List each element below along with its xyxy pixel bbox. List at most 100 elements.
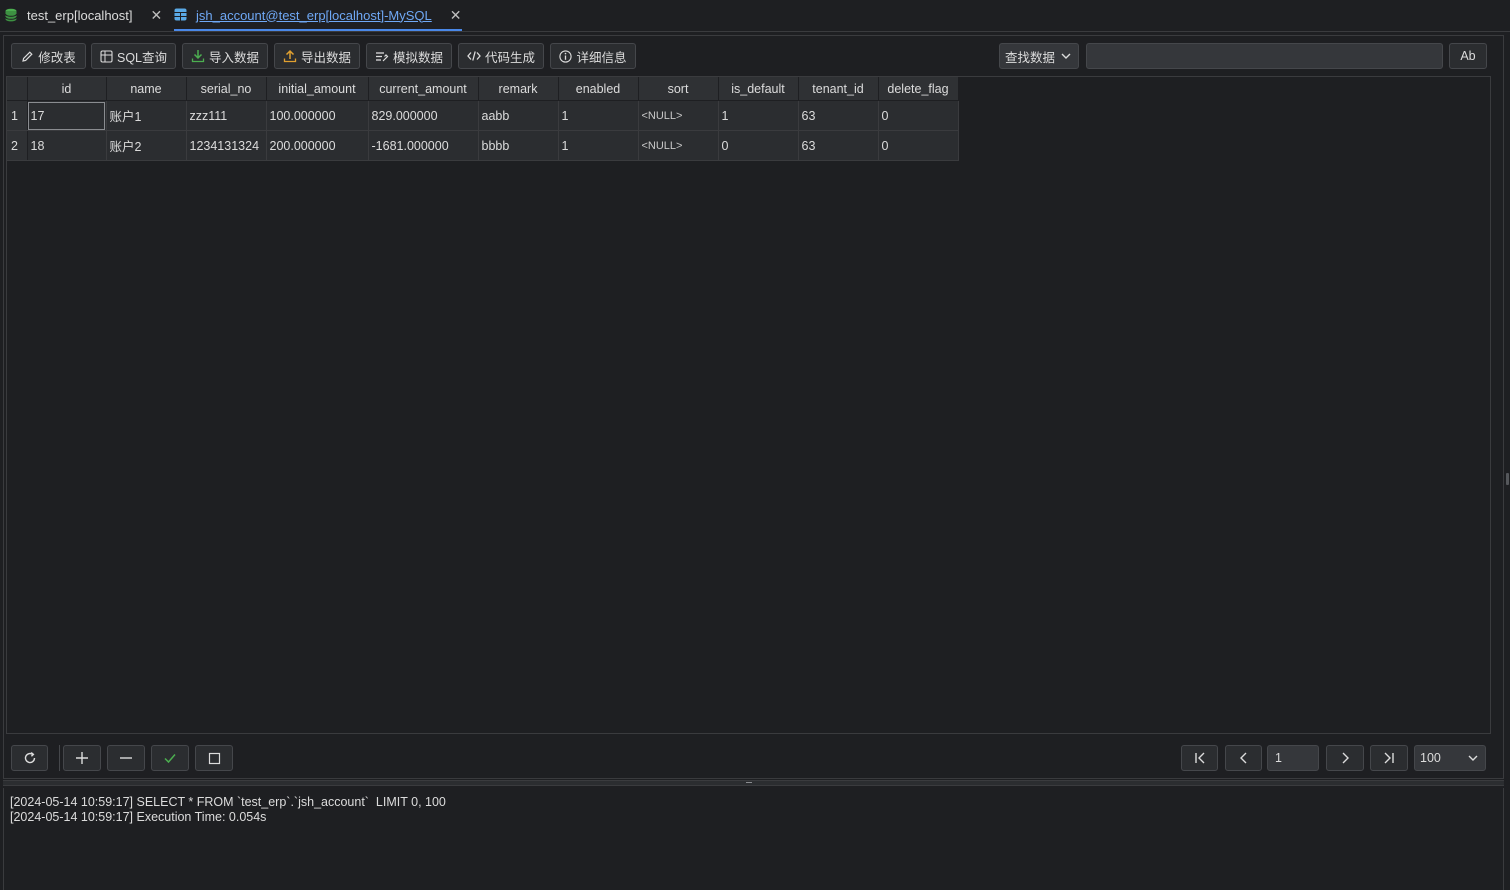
chevron-right-icon [1338,751,1352,765]
column-header-is-default[interactable]: is_default [718,77,799,101]
export-data-button[interactable]: 导出数据 [274,43,360,69]
modify-table-button[interactable]: 修改表 [11,43,86,69]
table-cell[interactable]: zzz111 [186,100,267,131]
refresh-button[interactable] [11,745,48,771]
column-header-remark[interactable]: remark [478,77,559,101]
table-cell[interactable]: <NULL> [638,130,719,161]
code-gen-button[interactable]: 代码生成 [458,43,544,69]
row-number-header [7,77,28,101]
last-page-icon [1382,751,1396,765]
table-cell[interactable]: 100.000000 [266,100,369,131]
case-sensitive-toggle[interactable]: Ab [1449,43,1487,69]
table-cell[interactable]: 200.000000 [266,130,369,161]
tab-test-erp[interactable]: test_erp[localhost] ✕ [5,0,162,30]
sql-query-label: SQL查询 [116,50,167,65]
stop-button[interactable] [195,745,233,771]
minus-icon [119,751,133,765]
chevron-down-icon [1060,50,1072,65]
table-cell[interactable]: 0 [718,130,799,161]
apply-changes-button[interactable] [151,745,189,771]
prev-page-button[interactable] [1225,745,1262,771]
table-cell[interactable]: aabb [478,100,559,131]
table-cell[interactable]: 829.000000 [368,100,479,131]
table-cell[interactable]: -1681.000000 [368,130,479,161]
details-button[interactable]: 详细信息 [550,43,636,69]
table-cell[interactable]: 0 [878,130,959,161]
next-page-button[interactable] [1326,745,1364,771]
table-row[interactable]: 2 18 账户2 1234131324 200.000000 -1681.000… [7,130,959,161]
table-data-panel: 修改表 SQL查询 导入数据 导出数据 模拟数据 代码生成 详细信息 查找数据 … [3,35,1504,779]
table-cell[interactable]: 63 [798,130,879,161]
column-header-current-amount[interactable]: current_amount [368,77,479,101]
close-icon[interactable]: ✕ [450,7,462,24]
first-page-icon [1193,751,1207,765]
table-cell[interactable]: 1 [718,100,799,131]
column-header-serial-no[interactable]: serial_no [186,77,267,101]
last-page-button[interactable] [1370,745,1408,771]
row-number[interactable]: 1 [7,100,28,131]
table-cell[interactable]: 账户1 [106,100,187,131]
row-number[interactable]: 2 [7,130,28,161]
tab-label: jsh_account@test_erp[localhost]-MySQL [196,7,432,23]
log-line: [2024-05-14 10:59:17] Execution Time: 0.… [10,810,267,824]
import-icon [191,49,205,63]
column-header-initial-amount[interactable]: initial_amount [266,77,369,101]
table-cell[interactable]: 1 [558,100,639,131]
column-header-delete-flag[interactable]: delete_flag [878,77,959,101]
tab-bar: test_erp[localhost] ✕ jsh_account@test_e… [0,0,1510,32]
add-row-button[interactable] [63,745,101,771]
search-mode-value: 查找数据 [1005,50,1056,65]
column-header-id[interactable]: id [27,77,107,101]
pencil-icon [21,50,34,63]
column-header-sort[interactable]: sort [638,77,719,101]
mock-data-button[interactable]: 模拟数据 [366,43,452,69]
chevron-down-icon [1467,752,1479,767]
import-data-button[interactable]: 导入数据 [182,43,268,69]
page-size-value: 100 [1420,751,1441,765]
page-size-select[interactable]: 100 [1414,745,1486,771]
panel-splitter[interactable] [3,780,1504,786]
table-cell[interactable]: 1234131324 [186,130,267,161]
table-cell[interactable]: 账户2 [106,130,187,161]
result-table: id name serial_no initial_amount current… [7,77,959,161]
info-icon [559,49,573,63]
table-cell[interactable]: 1 [558,130,639,161]
delete-row-button[interactable] [107,745,145,771]
window-edge-handle[interactable] [1506,473,1509,485]
code-icon [467,50,481,62]
table-cell[interactable]: bbbb [478,130,559,161]
export-icon [283,49,297,63]
search-input[interactable] [1086,43,1443,69]
sql-query-button[interactable]: SQL查询 [91,43,176,69]
table-icon [174,8,187,22]
tab-label: test_erp[localhost] [27,7,133,23]
import-data-label: 导入数据 [208,50,259,65]
column-header-name[interactable]: name [106,77,187,101]
table-row[interactable]: 1 17 账户1 zzz111 100.000000 829.000000 aa… [7,100,959,131]
table-cell[interactable]: 17 [27,100,107,131]
plus-icon [75,751,89,765]
header-row: id name serial_no initial_amount current… [7,77,959,101]
close-icon[interactable]: ✕ [151,7,163,24]
table-cell[interactable]: 63 [798,100,879,131]
table-cell[interactable]: 18 [27,130,107,161]
data-grid: id name serial_no initial_amount current… [6,76,1491,734]
details-label: 详细信息 [576,50,627,65]
table-cell[interactable]: <NULL> [638,100,719,131]
mock-data-icon [375,50,389,63]
search-mode-select[interactable]: 查找数据 [999,43,1079,69]
toolbar-divider [59,745,60,771]
chevron-left-icon [1237,751,1251,765]
refresh-icon [23,751,37,765]
page-number-input[interactable] [1267,745,1319,771]
table-cell[interactable]: 0 [878,100,959,131]
export-data-label: 导出数据 [300,50,351,65]
first-page-button[interactable] [1181,745,1218,771]
database-icon [5,8,17,22]
column-header-enabled[interactable]: enabled [558,77,639,101]
tab-jsh-account[interactable]: jsh_account@test_erp[localhost]-MySQL ✕ [174,0,462,31]
modify-table-label: 修改表 [38,50,76,65]
column-header-tenant-id[interactable]: tenant_id [798,77,879,101]
log-line: [2024-05-14 10:59:17] SELECT * FROM `tes… [10,795,446,809]
sql-icon [100,49,113,63]
